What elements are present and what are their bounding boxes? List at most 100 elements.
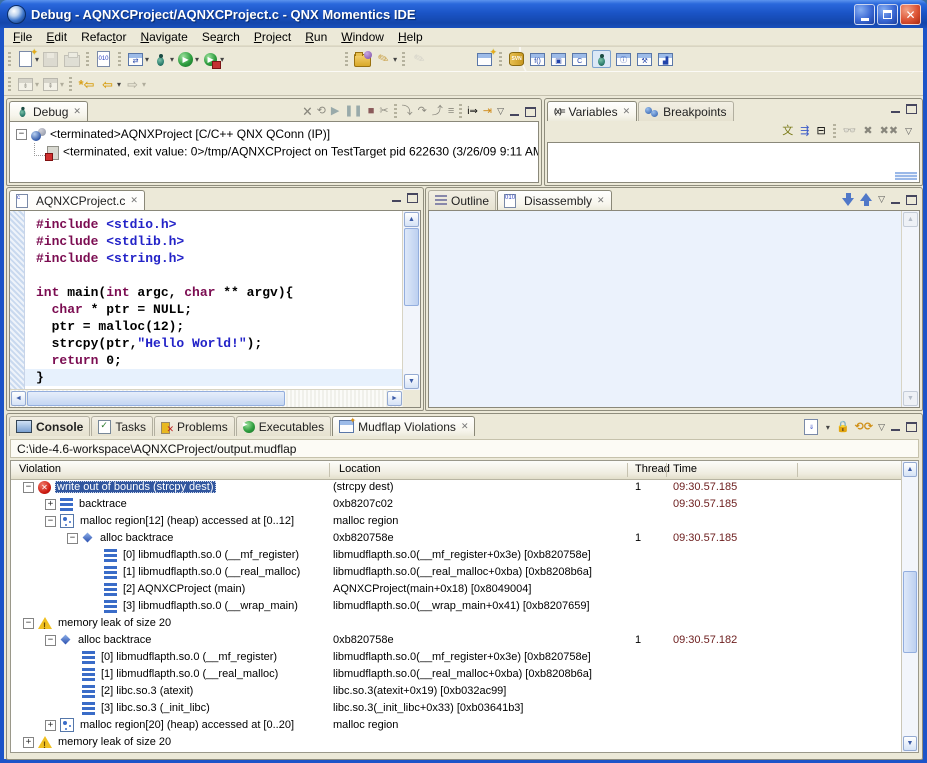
violation-label[interactable]: [0] libmudflapth.so.0 (__mf_register) [121,549,301,561]
terminate-icon[interactable]: ■ [368,106,375,117]
violation-label[interactable]: [1] libmudflapth.so.0 (__real_malloc) [121,566,302,578]
code-line[interactable]: strcpy(ptr,"Hello World!"); [25,335,403,352]
view-menu-icon[interactable]: ▽ [497,106,504,117]
format-brush-disabled-button[interactable]: ✎ [411,51,428,67]
column-divider[interactable] [666,463,667,477]
remove-selected-icon[interactable]: ✖ [863,126,872,137]
forward-dropdown-icon[interactable]: ▾ [142,80,146,89]
scroll-up-button[interactable]: ▲ [903,212,918,227]
debug-filter-icon[interactable]: ⇥ [483,106,492,117]
column-divider[interactable] [797,463,798,477]
close-button[interactable]: ✕ [900,4,921,25]
show-type-names-icon[interactable]: ⽂ [782,126,793,137]
scroll-down-button[interactable]: ▼ [404,374,419,389]
scroll-right-button[interactable]: ► [387,391,402,406]
external-tools-button[interactable]: ▶ [202,51,219,67]
print-button[interactable] [63,51,80,67]
windows-perspective-button[interactable]: ▣ [550,51,567,67]
expand-box[interactable]: + [45,499,56,510]
scroll-down-button[interactable]: ▼ [903,391,918,406]
minimize-button[interactable] [854,4,875,25]
debug-dropdown-icon[interactable]: ▾ [170,55,174,64]
code-area[interactable]: #include <stdio.h>#include <stdlib.h>#in… [25,211,403,390]
menu-file[interactable]: File [6,29,39,45]
violation-row[interactable]: +backtrace0xb8207c0209:30.57.185 [11,496,902,513]
close-icon[interactable]: ✕ [461,422,469,431]
forward-button[interactable]: ⇨ [124,76,141,92]
close-icon[interactable]: ✕ [73,107,81,116]
variables-content[interactable] [547,142,920,183]
debug-thread-row[interactable]: <terminated, exit value: 0>/tmp/AQNXCPro… [16,143,538,162]
code-line[interactable]: int main(int argc, char ** argv){ [25,284,403,301]
code-line[interactable]: } [25,369,403,386]
violation-row[interactable]: +malloc region[20] (heap) accessed at [0… [11,717,902,734]
expand-box[interactable]: + [23,737,34,748]
remove-all-terminated-icon[interactable]: 🗙 [303,106,311,117]
violation-row[interactable]: −write out of bounds (strcpy dest)(strcp… [11,479,902,496]
maximize-button[interactable] [877,4,898,25]
scroll-up-button[interactable]: ▲ [404,212,419,227]
instruction-stepping-icon[interactable]: i⇒ [467,107,478,117]
violation-label[interactable]: alloc backtrace [76,634,153,646]
debug-process-row[interactable]: −<terminated>AQNXProject [C/C++ QNX QCon… [16,126,538,143]
view-menu-icon[interactable]: ▽ [878,422,885,433]
violation-label[interactable]: [1] libmudflapth.so.0 (__real_malloc) [99,668,280,680]
menu-project[interactable]: Project [247,29,298,45]
tab-console[interactable]: Console [9,416,90,436]
system-info-perspective-button[interactable]: ⓘ [615,51,632,67]
scrollbar-thumb[interactable] [27,391,285,406]
violation-row[interactable]: [0] libmudflapth.so.0 (__mf_register)lib… [11,547,902,564]
export-dropdown-icon[interactable]: ▾ [826,423,830,432]
column-thread[interactable]: Thread [635,463,670,475]
disassembly-scrollbar[interactable]: ▲ ▼ [901,211,919,407]
view-menu-icon[interactable]: ▽ [878,194,885,205]
column-divider[interactable] [329,463,330,477]
tab-disassembly[interactable]: 010 Disassembly ✕ [497,190,612,210]
step-over-icon[interactable]: ↷ [418,106,427,117]
violation-label[interactable]: backtrace [77,498,129,510]
violation-label[interactable]: [2] libc.so.3 (atexit) [99,685,195,697]
profiler-perspective-button[interactable]: ▟ [657,51,674,67]
open-perspective-button[interactable]: ✦ [476,51,493,67]
violation-label[interactable]: memory leak of size 20 [56,736,173,748]
refresh-icon[interactable]: ⟲⟳ [855,422,873,433]
tab-problems[interactable]: Problems [154,416,235,436]
view-menu-icon[interactable]: ▽ [905,126,912,137]
debug-perspective-button[interactable] [592,50,611,68]
new-wizard-button[interactable]: ✦ [17,51,34,67]
menu-search[interactable]: Search [195,29,247,45]
export-log-button[interactable]: ⇓ [803,419,820,435]
search-folder-button[interactable] [354,51,371,67]
format-brush-button[interactable]: ✎ [375,51,392,67]
collapse-box[interactable]: − [45,635,56,646]
debug-target-button[interactable]: ⇄ [127,51,144,67]
violation-label[interactable]: [3] libc.so.3 (_init_libc) [99,702,212,714]
code-line[interactable]: char * ptr = NULL; [25,301,403,318]
minimize-view-icon[interactable] [391,193,402,203]
menu-edit[interactable]: Edit [39,29,74,45]
back-button[interactable]: ⇦ [99,76,116,92]
tab-executables[interactable]: ▶ Executables [236,416,331,436]
violation-row[interactable]: [1] libmudflapth.so.0 (__real_malloc)lib… [11,564,902,581]
violation-row[interactable]: [2] AQNXCProject (main)AQNXCProject(main… [11,581,902,598]
scroll-down-icon[interactable] [842,193,855,206]
table-vscrollbar[interactable]: ▲ ▼ [901,461,918,752]
remove-all-icon[interactable]: ✖✖ [880,126,898,137]
use-step-filters-icon[interactable]: ≡ [448,106,454,117]
disassembly-content[interactable]: ▲ ▼ [428,210,920,408]
collapse-all-icon[interactable]: ⊟ [817,126,826,137]
maximize-view-icon[interactable] [407,193,418,203]
scroll-up-button[interactable]: ▲ [903,462,917,477]
code-line[interactable]: #include <stdlib.h> [25,233,403,250]
run-dropdown-icon[interactable]: ▾ [195,55,199,64]
prev-annotation-button[interactable]: ⇟ [17,76,34,92]
scroll-left-button[interactable]: ◄ [11,391,26,406]
title-bar[interactable]: Debug - AQNXCProject/AQNXCProject.c - QN… [0,0,927,28]
violation-row[interactable]: −alloc backtrace0xb820758e109:30.57.185 [11,530,902,547]
violation-label[interactable]: write out of bounds (strcpy dest) [55,481,216,493]
violation-label[interactable]: [0] libmudflapth.so.0 (__mf_register) [99,651,279,663]
violation-label[interactable]: memory leak of size 20 [56,617,173,629]
violation-row[interactable]: [2] libc.so.3 (atexit)libc.so.3(atexit+0… [11,683,902,700]
violation-row[interactable]: [3] libc.so.3 (_init_libc)libc.so.3(_ini… [11,700,902,717]
violation-label[interactable]: alloc backtrace [98,532,175,544]
